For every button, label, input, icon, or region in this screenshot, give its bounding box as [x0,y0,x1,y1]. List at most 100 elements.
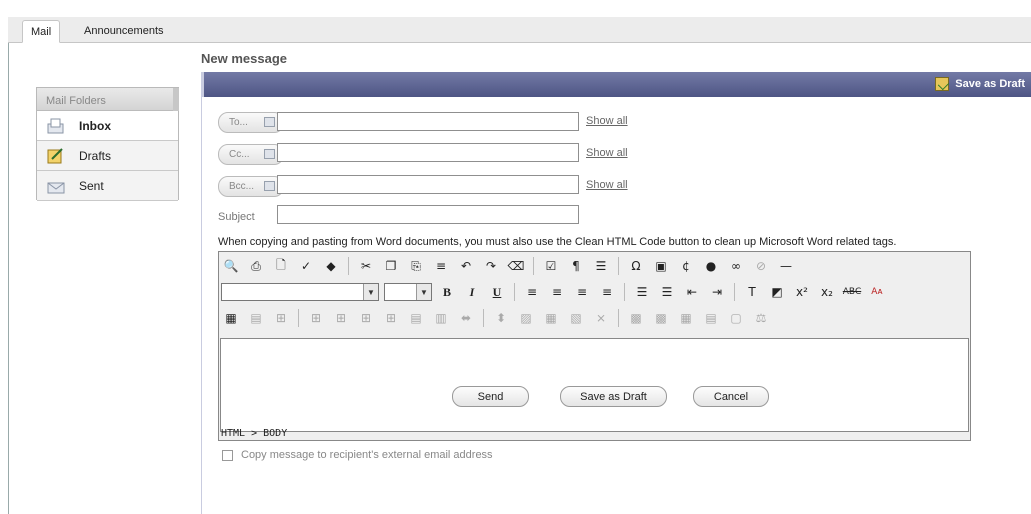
delete-cell-icon[interactable]: ▩ [651,308,671,328]
indent-icon[interactable]: ⇥ [707,282,727,302]
col-props-icon[interactable]: ▧ [566,308,586,328]
cut-icon[interactable]: ✂ [356,256,376,276]
superscript-icon[interactable]: x² [792,282,812,302]
bullet-list-icon[interactable]: ☰ [657,282,677,302]
copy-external-row: Copy message to recipient's external ema… [222,449,493,461]
bcc-button[interactable]: Bcc... [218,175,284,197]
align-center-icon[interactable]: ≡ [547,282,567,302]
split-cell-icon[interactable]: ⬍ [491,308,511,328]
unlink-icon[interactable]: ⊘ [751,256,771,276]
subject-input[interactable] [277,205,579,224]
insert-row-after-icon[interactable]: ⊞ [331,308,351,328]
address-book-icon [264,181,275,191]
cc-row: Cc... [218,143,284,165]
justify-icon[interactable]: ≡ [597,282,617,302]
cancel-button[interactable]: Cancel [693,386,769,407]
special-char-icon[interactable]: Ω [626,256,646,276]
insert-row-icon[interactable]: ⊞ [271,308,291,328]
row-props-icon[interactable]: ▦ [541,308,561,328]
table-layout-icon[interactable]: ▤ [701,308,721,328]
mail-folders-panel: Mail Folders Inbox Drafts Sent [36,87,179,201]
preview-icon[interactable]: 🗋 [271,256,291,276]
paste-text-icon[interactable]: ≡ [431,256,451,276]
to-button[interactable]: To... [218,111,284,133]
clean-html-icon[interactable]: ◆ [321,256,341,276]
table-properties-icon[interactable]: ▤ [246,308,266,328]
undo-icon[interactable]: ↶ [456,256,476,276]
toolbar-separator [514,283,515,301]
inbox-icon [47,118,65,134]
clean-code-icon[interactable]: ¢ [676,256,696,276]
format-case-icon[interactable]: Aᴀ [867,282,887,302]
tab-announcements[interactable]: Announcements [74,20,174,43]
tab-mail[interactable]: Mail [22,20,61,43]
size-select[interactable]: ▼ [384,283,432,301]
ordered-list-icon[interactable]: ☰ [632,282,652,302]
insert-col-after-icon[interactable]: ⊞ [381,308,401,328]
spellcheck-icon[interactable]: ✓ [296,256,316,276]
toolbar-row-3: ▦ ▤ ⊞ ⊞ ⊞ ⊞ ⊞ ▤ ▥ ⬌ ⬍ ▨ ▦ ▧ ⨯ ▩ ▩ ▦ ▤ ▢ … [221,306,771,330]
strikethrough-icon[interactable]: ABC [842,282,862,302]
insert-table-icon[interactable]: ▦ [221,308,241,328]
cell-props-icon[interactable]: ▨ [516,308,536,328]
bcc-button-label: Bcc... [229,180,255,192]
bcc-input[interactable] [277,175,579,194]
copy-icon[interactable]: ❐ [381,256,401,276]
table-wizard-icon[interactable]: ⚖ [751,308,771,328]
cc-button[interactable]: Cc... [218,143,284,165]
sent-icon [47,178,65,194]
to-row: To... [218,111,284,133]
print-icon[interactable]: ⎙ [246,256,266,276]
editor-body[interactable] [220,338,969,432]
merge-cells-icon[interactable]: ⬌ [456,308,476,328]
paste-icon[interactable]: ⎘ [406,256,426,276]
paste-word-icon[interactable]: ☑ [541,256,561,276]
compose-header-bar: Save as Draft [201,72,1031,97]
cc-input[interactable] [277,143,579,162]
save-as-draft-button[interactable]: Save as Draft [560,386,667,407]
copy-external-label: Copy message to recipient's external ema… [241,449,493,461]
bcc-show-all-link[interactable]: Show all [586,179,628,191]
image-icon[interactable]: ▣ [651,256,671,276]
cc-show-all-link[interactable]: Show all [586,147,628,159]
table-grid-icon[interactable]: ▦ [676,308,696,328]
outdent-icon[interactable]: ⇤ [682,282,702,302]
folder-inbox[interactable]: Inbox [37,111,178,141]
cc-button-label: Cc... [229,148,250,160]
italic-icon[interactable]: I [462,282,482,302]
bold-icon[interactable]: B [437,282,457,302]
folder-drafts[interactable]: Drafts [37,141,178,171]
text-color-icon[interactable]: T [742,282,762,302]
table-borders-icon[interactable]: ▢ [726,308,746,328]
paragraph-icon[interactable]: ¶ [566,256,586,276]
subject-label: Subject [218,211,255,223]
insert-row-before-icon[interactable]: ⊞ [306,308,326,328]
delete-table-icon[interactable]: ⨯ [591,308,611,328]
folder-sent-label: Sent [79,178,104,193]
subscript-icon[interactable]: x₂ [817,282,837,302]
to-input[interactable] [277,112,579,131]
eraser-icon[interactable]: ⌫ [506,256,526,276]
highlight-icon[interactable]: ◩ [767,282,787,302]
horizontal-rule-icon[interactable]: — [776,256,796,276]
globe-icon[interactable]: ● [701,256,721,276]
find-icon[interactable]: 🔍 [221,256,241,276]
font-select[interactable]: ▼ [221,283,379,301]
link-icon[interactable]: ∞ [726,256,746,276]
delete-col-icon[interactable]: ▥ [431,308,451,328]
insert-cell-icon[interactable]: ▩ [626,308,646,328]
address-book-icon [264,117,275,127]
word-paste-warning: When copying and pasting from Word docum… [218,236,897,248]
template-icon[interactable]: ☰ [591,256,611,276]
align-right-icon[interactable]: ≡ [572,282,592,302]
send-button[interactable]: Send [452,386,529,407]
folder-sent[interactable]: Sent [37,171,178,201]
copy-external-checkbox[interactable] [222,449,233,461]
delete-row-icon[interactable]: ▤ [406,308,426,328]
redo-icon[interactable]: ↷ [481,256,501,276]
underline-icon[interactable]: U [487,282,507,302]
insert-col-before-icon[interactable]: ⊞ [356,308,376,328]
align-left-icon[interactable]: ≡ [522,282,542,302]
save-as-draft-top-button[interactable]: Save as Draft [935,77,1025,91]
to-show-all-link[interactable]: Show all [586,115,628,127]
